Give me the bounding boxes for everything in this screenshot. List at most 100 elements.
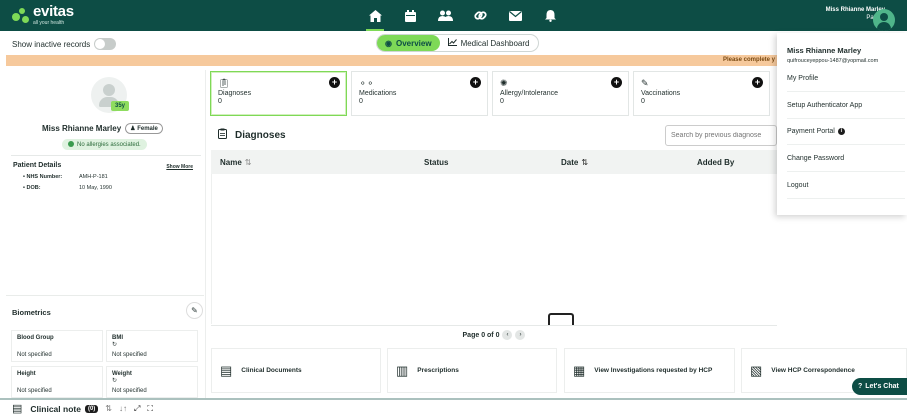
syringe-icon: ✎ (641, 78, 649, 88)
card-count: 0 (359, 98, 363, 105)
user-menu-trigger[interactable]: Miss Rhianne Marley Patient (826, 6, 895, 31)
pills-icon: ⚬⚬ (359, 78, 375, 88)
left-divider (6, 295, 204, 296)
dropdown-user-name: Miss Rhianne Marley (787, 46, 862, 55)
column-status-label: Status (424, 158, 449, 167)
card-vaccinations[interactable]: ✎ Vaccinations 0 + (633, 71, 770, 116)
pagination: Page 0 of 0 ‹ › (211, 325, 777, 344)
tab-overview-label: Overview (395, 38, 432, 48)
blood-group-label: Blood Group (17, 335, 54, 341)
column-added-by-label: Added By (697, 158, 735, 167)
pencil-icon: ✎ (191, 306, 198, 315)
add-diagnosis-button[interactable]: + (329, 77, 340, 88)
sort-icon[interactable]: ⇅ (105, 404, 112, 413)
lets-chat-label: Let's Chat (865, 383, 899, 390)
clipboard-icon: 📋︎ (218, 78, 230, 88)
view-tabs: ◉ Overview Medical Dashboard (376, 34, 539, 52)
logo-text: evitas (33, 3, 74, 20)
virus-icon: ✺ (500, 78, 508, 88)
patient-details-card: Patient Details Show More NHS Number: AM… (11, 155, 201, 205)
menu-item-my-profile[interactable]: My Profile (787, 66, 905, 92)
dropdown-user-email: quifrouceyeppou-1487@yopmail.com (787, 58, 879, 64)
dob-label: DOB: (23, 185, 79, 191)
tab-overview[interactable]: ◉ Overview (377, 35, 440, 51)
lets-chat-button[interactable]: ? Let's Chat (852, 378, 907, 395)
card-label: Allergy/Intolerance (500, 90, 558, 97)
eye-icon: ◉ (385, 38, 392, 48)
diagnoses-table-body (211, 174, 777, 324)
bell-icon[interactable] (538, 6, 562, 25)
avatar[interactable] (873, 9, 895, 31)
allergy-status-badge: No allergies associated. (62, 139, 147, 150)
add-allergy-button[interactable]: + (611, 77, 622, 88)
card-medications[interactable]: ⚬⚬ Medications 0 + (351, 71, 488, 116)
add-vaccination-button[interactable]: + (752, 77, 763, 88)
show-inactive-toggle[interactable] (94, 38, 117, 50)
nhs-number-label: NHS Number: (23, 174, 79, 180)
patient-name: Miss Rhianne Marley ♟ Female (42, 123, 163, 134)
tab-medical-dashboard[interactable]: Medical Dashboard (440, 35, 538, 51)
home-icon[interactable] (363, 6, 387, 31)
edit-biometrics-button[interactable]: ✎ (186, 302, 203, 319)
help-icon: ? (858, 383, 863, 390)
menu-item-logout[interactable]: Logout (787, 173, 905, 199)
history-icon[interactable]: ↻ (112, 341, 192, 348)
prescriptions-card[interactable]: ▥ Prescriptions (387, 348, 557, 393)
menu-item-change-password[interactable]: Change Password (787, 146, 905, 172)
biometrics-card: Biometrics ✎ Blood Group Not specified B… (9, 302, 205, 398)
menu-item-label: Payment Portal (787, 128, 835, 135)
add-medication-button[interactable]: + (470, 77, 481, 88)
next-page-button[interactable]: › (515, 330, 526, 340)
menu-item-label: Change Password (787, 155, 845, 162)
top-navbar: evitas all your health Miss Rhianne Marl… (0, 0, 907, 31)
investigations-card[interactable]: ▦ View Investigations requested by HCP (564, 348, 735, 393)
bmi-cell: BMI ↻ Not specified (106, 330, 198, 362)
blood-group-cell: Blood Group Not specified (11, 330, 103, 362)
evitas-logo[interactable]: evitas all your health (10, 3, 74, 26)
dob-value: 10 May, 1990 (79, 185, 112, 191)
fullscreen-icon[interactable]: ⛶ (147, 404, 153, 414)
column-status: Status (424, 158, 448, 167)
card-diagnoses[interactable]: 📋︎ Diagnoses 0 + (210, 71, 347, 116)
menu-item-payment-portal[interactable]: Payment Portal i (787, 119, 905, 145)
nhs-number-value: AMH-P-181 (79, 174, 108, 180)
clinical-note-divider (0, 398, 907, 400)
nhs-number-row: NHS Number: AMH-P-181 (23, 174, 201, 180)
link-icon[interactable] (468, 6, 492, 25)
menu-item-label: Logout (787, 182, 809, 189)
clinical-documents-card[interactable]: ▤ Clinical Documents (211, 348, 381, 393)
prev-page-button[interactable]: ‹ (502, 330, 513, 340)
user-dropdown-menu: Miss Rhianne Marley quifrouceyeppou-1487… (777, 33, 907, 215)
main-nav (363, 6, 573, 31)
biometrics-title: Biometrics (12, 308, 51, 317)
card-count: 0 (218, 98, 222, 105)
mail-icon[interactable] (503, 6, 527, 25)
gender-text: Female (137, 126, 158, 132)
hcp-correspondence-label: View HCP Correspondence (771, 367, 855, 374)
clinical-note-label: Clinical note (30, 403, 81, 414)
book-icon: ▧ (750, 362, 763, 378)
column-date[interactable]: Date ⇅ (561, 158, 588, 167)
profile-completion-banner[interactable]: Please complete y (6, 55, 907, 66)
chart-line-icon (447, 38, 457, 48)
sort-desc-icon[interactable]: ↓↑ (119, 404, 127, 413)
clinical-note-bar[interactable]: ▤ Clinical note (0) ⇅ ↓↑ ⤢ ⛶ (12, 402, 153, 415)
people-icon[interactable] (433, 6, 457, 25)
column-date-label: Date (561, 158, 579, 167)
page-indicator: Page 0 of 0 (462, 331, 500, 339)
column-name[interactable]: Name ⇅ (220, 158, 252, 167)
card-allergy[interactable]: ✺ Allergy/Intolerance 0 + (492, 71, 629, 116)
history-icon[interactable]: ↻ (112, 377, 192, 384)
menu-item-authenticator[interactable]: Setup Authenticator App (787, 93, 905, 119)
empty-state-icon (548, 313, 574, 325)
show-more-link[interactable]: Show More (166, 164, 193, 170)
info-icon: i (837, 128, 845, 135)
calendar-icon[interactable] (398, 6, 422, 25)
card-label: Vaccinations (641, 90, 681, 97)
menu-item-label: Setup Authenticator App (787, 102, 863, 109)
clinical-note-count: (0) (84, 404, 99, 413)
investigations-label: View Investigations requested by HCP (594, 367, 713, 374)
expand-icon[interactable]: ⤢ (134, 404, 140, 414)
show-inactive-label: Show inactive records (12, 39, 91, 49)
search-diagnoses-input[interactable] (665, 125, 777, 146)
